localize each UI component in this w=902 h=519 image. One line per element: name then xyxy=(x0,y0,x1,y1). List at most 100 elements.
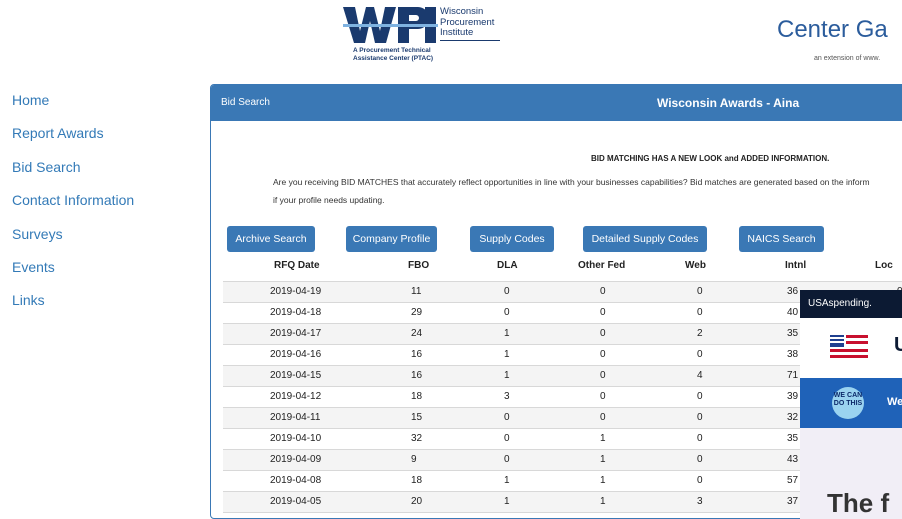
sidebar-item-bid-search[interactable]: Bid Search xyxy=(12,159,134,192)
column-header-loc: Loc xyxy=(875,260,893,271)
cell-intnl: 32 xyxy=(787,412,799,423)
sidebar-item-links[interactable]: Links xyxy=(12,292,134,325)
cell-fbo: 32 xyxy=(411,433,423,444)
cell-rfq-date: 2019-04-12 xyxy=(270,391,322,402)
logo-tagline: A Procurement Technical Assistance Cente… xyxy=(353,47,433,63)
company-profile-button[interactable]: Company Profile xyxy=(346,226,437,252)
cell-web: 0 xyxy=(697,349,703,360)
site-subtitle: an extension of www. xyxy=(814,55,881,62)
cell-fbo: 9 xyxy=(411,454,417,465)
wpi-logo-mark xyxy=(343,5,438,45)
sidebar-item-contact-information[interactable]: Contact Information xyxy=(12,192,134,225)
cell-intnl: 39 xyxy=(787,391,799,402)
sidebar-item-home[interactable]: Home xyxy=(12,92,134,125)
cell-dla: 1 xyxy=(504,349,510,360)
usaspending-popup[interactable]: USAspending. U WE CAN DO THIS We The f xyxy=(800,290,902,519)
cell-dla: 0 xyxy=(504,433,510,444)
logo-tagline-line1: A Procurement Technical xyxy=(353,47,431,54)
cell-dla: 0 xyxy=(504,286,510,297)
notice-text: Are you receiving BID MATCHES that accur… xyxy=(273,177,870,187)
column-header-other-fed: Other Fed xyxy=(578,260,626,271)
popup-brand-row: U xyxy=(800,318,902,378)
cell-rfq-date: 2019-04-15 xyxy=(270,370,322,381)
column-header-fbo: FBO xyxy=(408,260,430,271)
cell-intnl: 35 xyxy=(787,433,799,444)
panel-heading-awards: Wisconsin Awards - Aina xyxy=(657,96,800,110)
cell-other-fed: 1 xyxy=(600,454,606,465)
flag-icon xyxy=(830,335,868,358)
supply-codes-button[interactable]: Supply Codes xyxy=(470,226,554,252)
popup-banner: WE CAN DO THIS We xyxy=(800,378,902,428)
panel-heading-bid-search: Bid Search xyxy=(221,97,270,108)
cell-dla: 0 xyxy=(504,307,510,318)
archive-search-button[interactable]: Archive Search xyxy=(227,226,315,252)
sidebar-item-events[interactable]: Events xyxy=(12,259,134,292)
cell-other-fed: 0 xyxy=(600,349,606,360)
cell-web: 3 xyxy=(697,496,703,507)
cell-intnl: 43 xyxy=(787,454,799,465)
cell-dla: 0 xyxy=(504,454,510,465)
cell-dla: 0 xyxy=(504,412,510,423)
logo-underline xyxy=(440,39,500,41)
cell-web: 0 xyxy=(697,412,703,423)
sidebar-item-surveys[interactable]: Surveys xyxy=(12,226,134,259)
column-header-dla: DLA xyxy=(497,260,518,271)
bid-search-panel: Bid Search Wisconsin Awards - Aina BID M… xyxy=(210,84,902,519)
cell-fbo: 18 xyxy=(411,391,423,402)
popup-title-bar: USAspending. xyxy=(800,290,902,318)
cell-rfq-date: 2019-04-05 xyxy=(270,496,322,507)
column-header-intnl: Intnl xyxy=(785,260,807,271)
cell-fbo: 20 xyxy=(411,496,423,507)
cell-intnl: 35 xyxy=(787,328,799,339)
cell-rfq-date: 2019-04-17 xyxy=(270,328,322,339)
wpi-logo[interactable]: Wisconsin Procurement Institute A Procur… xyxy=(343,5,503,75)
cell-intnl: 40 xyxy=(787,307,799,318)
cell-web: 0 xyxy=(697,475,703,486)
cell-other-fed: 0 xyxy=(600,328,606,339)
logo-org-name: Wisconsin Procurement Institute xyxy=(440,6,500,41)
cell-rfq-date: 2019-04-09 xyxy=(270,454,322,465)
cell-rfq-date: 2019-04-19 xyxy=(270,286,322,297)
cell-intnl: 57 xyxy=(787,475,799,486)
cell-dla: 1 xyxy=(504,496,510,507)
cell-fbo: 18 xyxy=(411,475,423,486)
cell-dla: 3 xyxy=(504,391,510,402)
site-title: Center Ga xyxy=(777,16,888,43)
cell-other-fed: 1 xyxy=(600,496,606,507)
cell-other-fed: 0 xyxy=(600,286,606,297)
cell-fbo: 11 xyxy=(411,286,422,297)
sidebar-item-report-awards[interactable]: Report Awards xyxy=(12,125,134,158)
logo-line-procurement: Procurement xyxy=(440,16,495,28)
panel-header: Bid Search Wisconsin Awards - Aina xyxy=(211,85,902,121)
cell-other-fed: 0 xyxy=(600,391,606,402)
detailed-supply-codes-button[interactable]: Detailed Supply Codes xyxy=(583,226,707,252)
cell-intnl: 37 xyxy=(787,496,799,507)
cell-intnl: 36 xyxy=(787,286,799,297)
table-header: RFQ Date FBO DLA Other Fed Web Intnl Loc xyxy=(211,260,902,276)
cell-web: 0 xyxy=(697,433,703,444)
cell-intnl: 38 xyxy=(787,349,799,360)
column-header-web: Web xyxy=(685,260,706,271)
naics-search-button[interactable]: NAICS Search xyxy=(739,226,824,252)
cell-rfq-date: 2019-04-11 xyxy=(270,412,321,423)
cell-fbo: 16 xyxy=(411,349,423,360)
cell-fbo: 24 xyxy=(411,328,423,339)
cell-other-fed: 1 xyxy=(600,433,606,444)
popup-brand-letter: U xyxy=(894,334,902,356)
popup-headline: The f xyxy=(827,488,890,518)
cell-other-fed: 0 xyxy=(600,370,606,381)
cell-intnl: 71 xyxy=(787,370,799,381)
popup-banner-text: We xyxy=(887,396,902,408)
cell-rfq-date: 2019-04-08 xyxy=(270,475,322,486)
sidebar-nav: Home Report Awards Bid Search Contact In… xyxy=(12,92,134,326)
notice-text-continued: if your profile needs updating. xyxy=(273,195,385,205)
cell-other-fed: 0 xyxy=(600,412,606,423)
logo-line-wisconsin: Wisconsin xyxy=(440,6,484,17)
cell-web: 0 xyxy=(697,307,703,318)
cell-dla: 1 xyxy=(504,328,510,339)
notice-title: BID MATCHING HAS A NEW LOOK and ADDED IN… xyxy=(591,154,830,163)
logo-tagline-line2: Assistance Center (PTAC) xyxy=(353,55,434,62)
cell-web: 0 xyxy=(697,391,703,402)
cell-rfq-date: 2019-04-16 xyxy=(270,349,322,360)
cell-other-fed: 1 xyxy=(600,475,606,486)
